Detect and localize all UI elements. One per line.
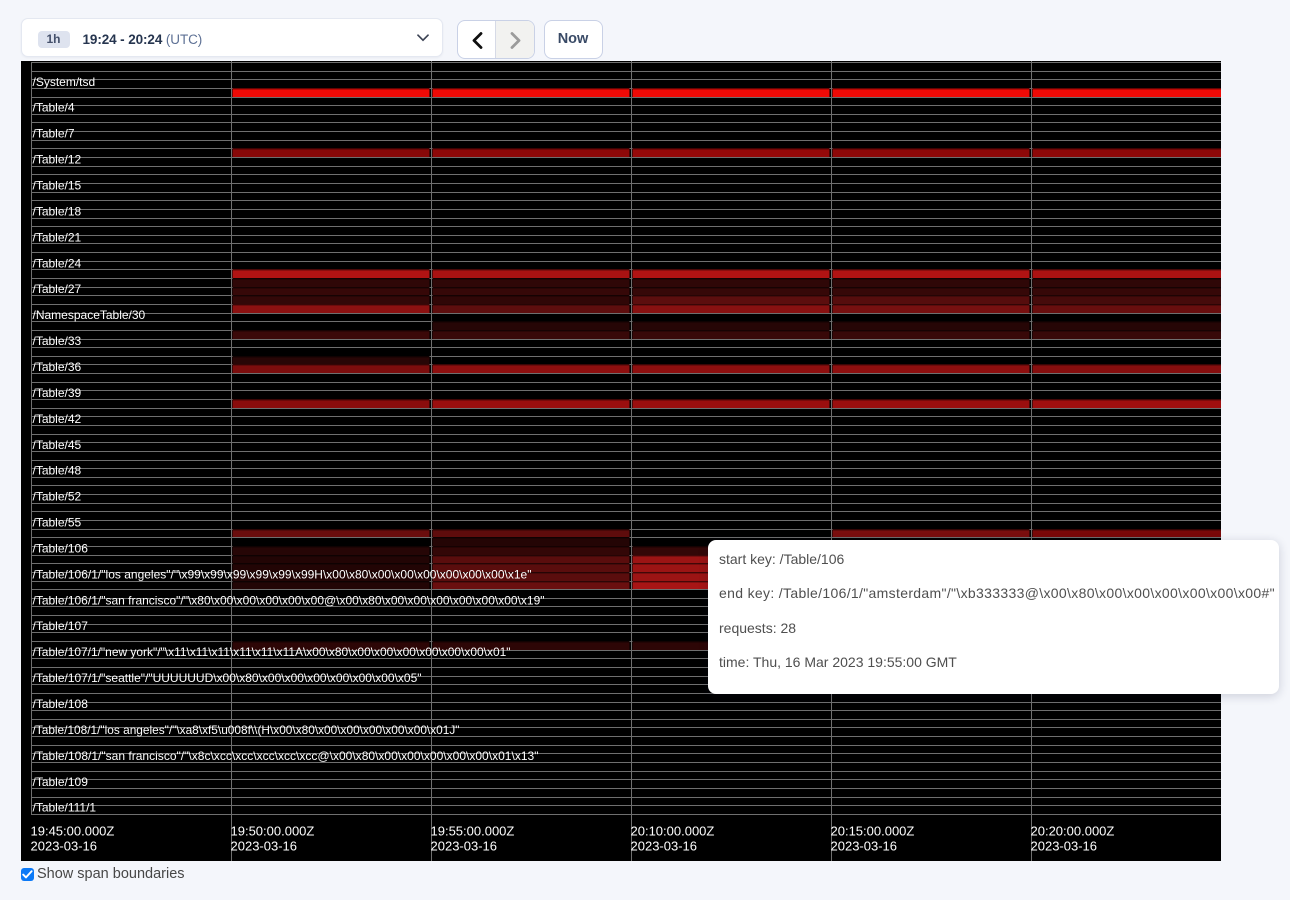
svg-text:2023-03-16: 2023-03-16 xyxy=(31,839,98,854)
svg-text:20:10:00.000Z: 20:10:00.000Z xyxy=(631,824,715,839)
svg-text:19:55:00.000Z: 19:55:00.000Z xyxy=(431,824,515,839)
svg-text:/Table/106/1/"san francisco"/": /Table/106/1/"san francisco"/"\x80\x00\x… xyxy=(33,593,545,607)
svg-text:/Table/109: /Table/109 xyxy=(33,775,89,789)
svg-text:/Table/107: /Table/107 xyxy=(33,619,89,633)
svg-text:2023-03-16: 2023-03-16 xyxy=(431,839,498,854)
svg-text:/Table/18: /Table/18 xyxy=(33,204,82,218)
svg-text:/Table/36: /Table/36 xyxy=(33,360,82,374)
svg-text:/Table/107/1/"seattle"/"UUUUUU: /Table/107/1/"seattle"/"UUUUUUD\x00\x80\… xyxy=(33,671,422,685)
svg-text:/Table/33: /Table/33 xyxy=(33,334,82,348)
svg-text:/Table/107/1/"new york"/"\x11\: /Table/107/1/"new york"/"\x11\x11\x11\x1… xyxy=(33,645,511,659)
svg-text:2023-03-16: 2023-03-16 xyxy=(631,839,698,854)
svg-text:/Table/106/1/"los angeles"/"\x: /Table/106/1/"los angeles"/"\x99\x99\x99… xyxy=(33,567,532,581)
svg-text:/System/tsd: /System/tsd xyxy=(33,75,96,89)
svg-text:/Table/108/1/"san francisco"/": /Table/108/1/"san francisco"/"\x8c\xcc\x… xyxy=(33,749,539,763)
svg-text:/Table/55: /Table/55 xyxy=(33,516,82,530)
svg-text:/Table/108/1/"los angeles"/"\x: /Table/108/1/"los angeles"/"\xa8\xf5\u00… xyxy=(33,723,460,737)
svg-text:2023-03-16: 2023-03-16 xyxy=(831,839,898,854)
svg-text:/Table/39: /Table/39 xyxy=(33,386,82,400)
svg-text:/Table/24: /Table/24 xyxy=(33,256,82,270)
svg-text:/Table/15: /Table/15 xyxy=(33,179,82,193)
svg-text:20:15:00.000Z: 20:15:00.000Z xyxy=(831,824,915,839)
svg-text:/Table/48: /Table/48 xyxy=(33,464,82,478)
svg-text:19:50:00.000Z: 19:50:00.000Z xyxy=(231,824,315,839)
svg-text:/Table/42: /Table/42 xyxy=(33,412,82,426)
svg-text:2023-03-16: 2023-03-16 xyxy=(1031,839,1098,854)
svg-text:2023-03-16: 2023-03-16 xyxy=(231,839,298,854)
svg-text:/Table/52: /Table/52 xyxy=(33,490,82,504)
svg-text:/Table/12: /Table/12 xyxy=(33,153,82,167)
svg-text:19:45:00.000Z: 19:45:00.000Z xyxy=(31,824,115,839)
svg-text:/Table/106: /Table/106 xyxy=(33,541,89,555)
svg-text:/Table/27: /Table/27 xyxy=(33,282,82,296)
svg-text:/Table/4: /Table/4 xyxy=(33,101,75,115)
svg-text:/Table/21: /Table/21 xyxy=(33,230,82,244)
svg-text:/Table/7: /Table/7 xyxy=(33,127,75,141)
svg-text:/Table/45: /Table/45 xyxy=(33,438,82,452)
svg-text:20:20:00.000Z: 20:20:00.000Z xyxy=(1031,824,1115,839)
svg-text:/Table/111/1: /Table/111/1 xyxy=(33,801,97,815)
svg-text:/NamespaceTable/30: /NamespaceTable/30 xyxy=(33,308,146,322)
svg-text:/Table/108: /Table/108 xyxy=(33,697,89,711)
